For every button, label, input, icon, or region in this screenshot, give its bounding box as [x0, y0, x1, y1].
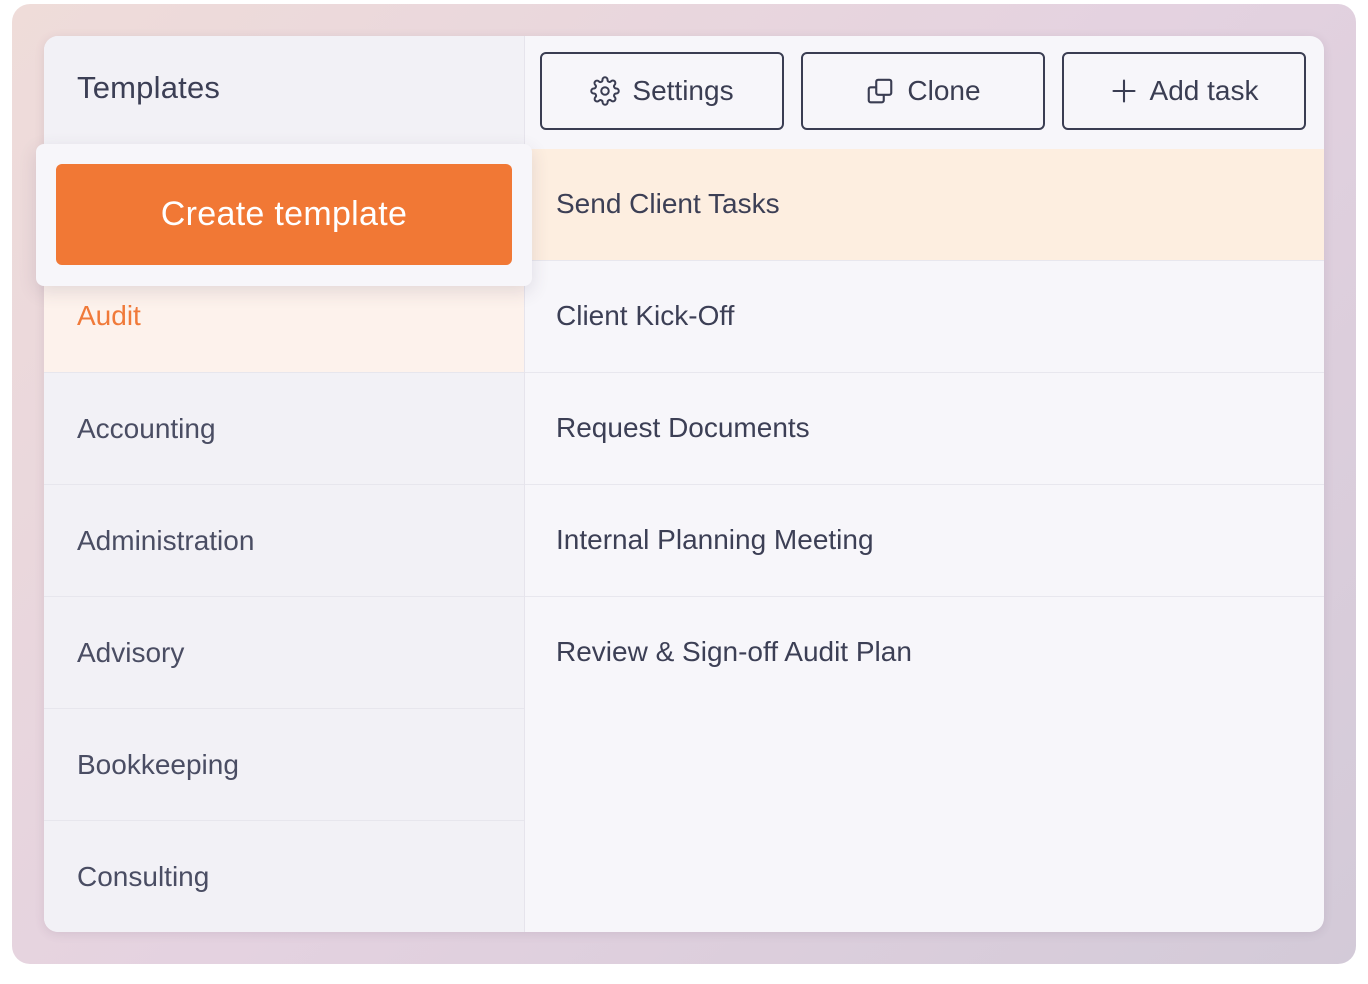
settings-button-label: Settings [632, 75, 734, 106]
category-label: Administration [77, 525, 255, 556]
copy-icon [865, 76, 895, 106]
category-item-accounting[interactable]: Accounting [44, 372, 524, 484]
category-label: Consulting [77, 861, 210, 892]
task-label: Internal Planning Meeting [556, 524, 874, 555]
category-item-advisory[interactable]: Advisory [44, 596, 524, 708]
task-label: Review & Sign-off Audit Plan [556, 636, 912, 667]
task-label: Client Kick-Off [556, 300, 735, 331]
task-row-internal-planning-meeting[interactable]: Internal Planning Meeting [525, 485, 1324, 597]
category-label: Bookkeeping [77, 749, 239, 780]
sidebar-title: Templates [77, 70, 221, 105]
plus-icon [1110, 77, 1138, 105]
task-label: Request Documents [556, 412, 810, 443]
category-item-bookkeeping[interactable]: Bookkeeping [44, 708, 524, 820]
category-label: Advisory [77, 637, 185, 668]
task-row-client-kick-off[interactable]: Client Kick-Off [525, 261, 1324, 373]
task-row-send-client-tasks[interactable]: Send Client Tasks [525, 149, 1324, 261]
add-task-button-label: Add task [1149, 75, 1259, 106]
category-item-consulting[interactable]: Consulting [44, 820, 524, 932]
gear-icon [590, 76, 621, 106]
settings-button[interactable]: Settings [540, 52, 784, 130]
add-task-button[interactable]: Add task [1062, 52, 1306, 130]
category-item-administration[interactable]: Administration [44, 484, 524, 596]
category-label: Accounting [77, 413, 216, 444]
task-label: Send Client Tasks [556, 188, 780, 219]
task-row-request-documents[interactable]: Request Documents [525, 373, 1324, 485]
clone-button[interactable]: Clone [801, 52, 1045, 130]
create-template-popover: Create template [36, 144, 532, 286]
create-template-button[interactable]: Create template [56, 164, 512, 265]
clone-button-label: Clone [907, 75, 981, 106]
task-row-review-sign-off-audit-plan[interactable]: Review & Sign-off Audit Plan [525, 597, 1324, 709]
